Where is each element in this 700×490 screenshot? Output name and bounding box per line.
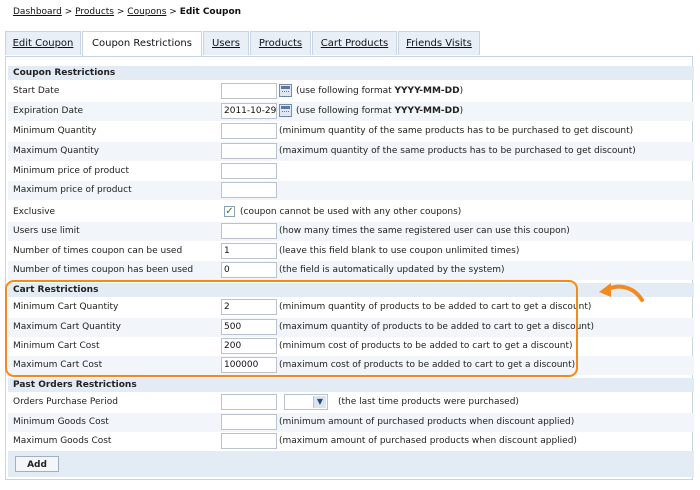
field-label: Orders Purchase Period [13,397,118,407]
field-note: (minimum amount of purchased products wh… [279,417,575,427]
row-expiration-date: Expiration Date (use following format YY… [8,102,694,121]
breadcrumb-products[interactable]: Products [75,7,114,17]
row-min-quantity: Minimum Quantity (minimum quantity of th… [8,122,694,141]
field-note: (minimum quantity of the same products h… [279,126,634,136]
min-price-input[interactable] [221,163,277,179]
tab-cart-products[interactable]: Cart Products [312,31,397,55]
field-note: (leave this field blank to use coupon un… [279,246,520,256]
field-label: Expiration Date [13,106,84,116]
field-label: Users use limit [13,226,80,236]
orders-period-input[interactable] [221,394,277,410]
min-quantity-input[interactable] [221,123,277,139]
breadcrumb-separator: > [64,7,73,17]
breadcrumb-dashboard[interactable]: Dashboard [13,7,62,17]
tab-users[interactable]: Users [203,31,249,55]
field-note: (maximum quantity of the same products h… [279,146,636,156]
exclusive-checkbox[interactable]: ✓ [224,206,235,217]
calendar-icon[interactable] [279,104,292,117]
add-button[interactable]: Add [15,456,59,472]
row-exclusive: Exclusive ✓ (coupon cannot be used with … [8,203,694,222]
min-goods-cost-input[interactable] [221,414,277,430]
row-users-use-limit: Users use limit (how many times the same… [8,222,694,241]
field-note: (maximum amount of purchased products wh… [279,436,577,446]
times-can-be-used-input[interactable] [221,243,277,259]
expiration-date-input[interactable] [221,103,277,119]
calendar-icon[interactable] [279,84,292,97]
max-goods-cost-input[interactable] [221,433,277,449]
form-footer [8,451,694,477]
field-note: (how many times the same registered user… [279,226,570,236]
field-note: (coupon cannot be used with any other co… [240,207,462,217]
row-times-has-been-used: Number of times coupon has been used (th… [8,261,694,280]
period-unit-select[interactable]: ▼ [284,394,328,410]
row-max-quantity: Maximum Quantity (maximum quantity of th… [8,142,694,161]
tab-coupon-restrictions[interactable]: Coupon Restrictions [82,31,202,57]
field-label: Start Date [13,86,60,96]
start-date-input[interactable] [221,83,277,99]
curved-arrow-icon [599,283,644,302]
breadcrumb: Dashboard > Products > Coupons > Edit Co… [13,7,241,17]
field-label: Maximum Goods Cost [13,436,112,446]
field-label: Number of times coupon has been used [13,265,194,275]
field-note: (use following format YYYY-MM-DD) [296,86,464,96]
field-label: Maximum Quantity [13,146,100,156]
field-label: Minimum Quantity [13,126,97,136]
users-use-limit-input[interactable] [221,223,277,239]
row-min-price: Minimum price of product [8,162,694,181]
field-label: Exclusive [13,207,56,217]
breadcrumb-separator: > [169,7,177,17]
field-note: (use following format YYYY-MM-DD) [296,106,464,116]
breadcrumb-separator: > [116,7,125,17]
row-max-price: Maximum price of product [8,181,694,200]
tab-friends-visits[interactable]: Friends Visits [398,31,480,55]
max-quantity-input[interactable] [221,143,277,159]
field-note: (the field is automatically updated by t… [279,265,505,275]
breadcrumb-current: Edit Coupon [179,7,242,17]
row-times-can-be-used: Number of times coupon can be used (leav… [8,242,694,261]
field-label: Maximum price of product [13,185,132,195]
section-header-past-orders-restrictions: Past Orders Restrictions [8,378,694,392]
tab-edit-coupon[interactable]: Edit Coupon [5,31,81,55]
field-note: (the last time products were purchased) [338,397,519,407]
tab-products[interactable]: Products [250,31,311,55]
times-has-been-used-input[interactable] [221,262,277,278]
max-price-input[interactable] [221,182,277,198]
chevron-down-icon[interactable]: ▼ [313,396,326,408]
cart-restrictions-highlight [5,280,578,377]
row-start-date: Start Date (use following format YYYY-MM… [8,82,694,101]
row-orders-purchase-period: Orders Purchase Period ▼ (the last time … [8,393,694,412]
row-min-goods-cost: Minimum Goods Cost (minimum amount of pu… [8,413,694,432]
section-header-coupon-restrictions: Coupon Restrictions [8,66,694,80]
field-label: Minimum Goods Cost [13,417,109,427]
field-label: Minimum price of product [13,166,129,176]
field-label: Number of times coupon can be used [13,246,183,256]
row-max-goods-cost: Maximum Goods Cost (maximum amount of pu… [8,432,694,451]
breadcrumb-coupons[interactable]: Coupons [127,7,166,17]
